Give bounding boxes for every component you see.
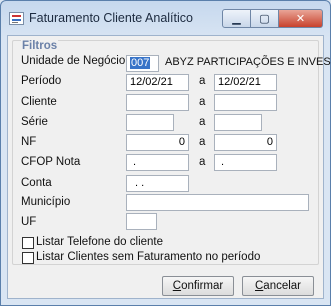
- conta-input[interactable]: . .: [126, 175, 189, 192]
- cliente-label: Cliente: [21, 96, 57, 108]
- minimize-button[interactable]: ▁: [222, 9, 251, 28]
- cliente-to-label: a: [199, 96, 206, 108]
- periodo-start-input[interactable]: 12/02/21: [126, 74, 189, 91]
- app-icon: [9, 12, 24, 25]
- title-bar[interactable]: Faturamento Cliente Analítico ▁ ▢ ✕: [1, 1, 330, 35]
- cfop-label: CFOP Nota: [21, 156, 81, 168]
- listar-sem-faturamento-checkbox[interactable]: [22, 252, 34, 264]
- conta-label: Conta: [21, 177, 52, 189]
- window-title: Faturamento Cliente Analítico: [29, 11, 193, 25]
- cliente-end-input[interactable]: [214, 94, 277, 111]
- confirmar-accel: C: [172, 280, 182, 292]
- serie-end-input[interactable]: [214, 114, 262, 131]
- dialog-body: Filtros Unidade de Negócio 007 ABYZ PART…: [7, 35, 331, 299]
- serie-start-input[interactable]: [126, 114, 174, 131]
- nf-label: NF: [21, 136, 37, 148]
- cfop-start-input[interactable]: .: [126, 154, 189, 171]
- cliente-start-input[interactable]: [126, 94, 189, 111]
- maximize-button[interactable]: ▢: [251, 9, 279, 28]
- uf-input[interactable]: [126, 213, 157, 230]
- filters-group-title: Filtros: [21, 40, 59, 52]
- municipio-label: Município: [21, 196, 71, 208]
- unidade-code-text: 007: [130, 57, 151, 69]
- unidade-code-input[interactable]: 007: [126, 55, 159, 72]
- confirmar-label: onfirmar: [181, 280, 224, 292]
- listar-telefone-label[interactable]: Listar Telefone do cliente: [36, 236, 163, 248]
- close-button[interactable]: ✕: [279, 9, 323, 28]
- confirmar-button[interactable]: Confirmar: [162, 276, 234, 296]
- serie-to-label: a: [199, 116, 206, 128]
- periodo-end-input[interactable]: 12/02/21: [214, 74, 277, 91]
- cfop-end-input[interactable]: .: [214, 154, 277, 171]
- periodo-label: Período: [21, 75, 62, 87]
- municipio-input[interactable]: [126, 194, 309, 211]
- uf-label: UF: [21, 216, 37, 228]
- listar-sem-faturamento-label[interactable]: Listar Clientes sem Faturamento no perío…: [36, 251, 260, 263]
- nf-end-input[interactable]: 0: [214, 134, 277, 151]
- cfop-to-label: a: [199, 156, 206, 168]
- dialog-window: Faturamento Cliente Analítico ▁ ▢ ✕ Filt…: [0, 0, 331, 306]
- periodo-to-label: a: [199, 75, 206, 87]
- serie-label: Série: [21, 116, 48, 128]
- nf-start-input[interactable]: 0: [126, 134, 189, 151]
- nf-to-label: a: [199, 136, 206, 148]
- listar-telefone-checkbox[interactable]: [22, 237, 34, 249]
- unidade-name-text: ABYZ PARTICIPAÇÕES E INVES: [165, 56, 331, 68]
- cancelar-button[interactable]: Cancelar: [242, 276, 314, 296]
- unidade-label: Unidade de Negócio: [21, 55, 126, 67]
- cancelar-label: ancelar: [263, 280, 302, 292]
